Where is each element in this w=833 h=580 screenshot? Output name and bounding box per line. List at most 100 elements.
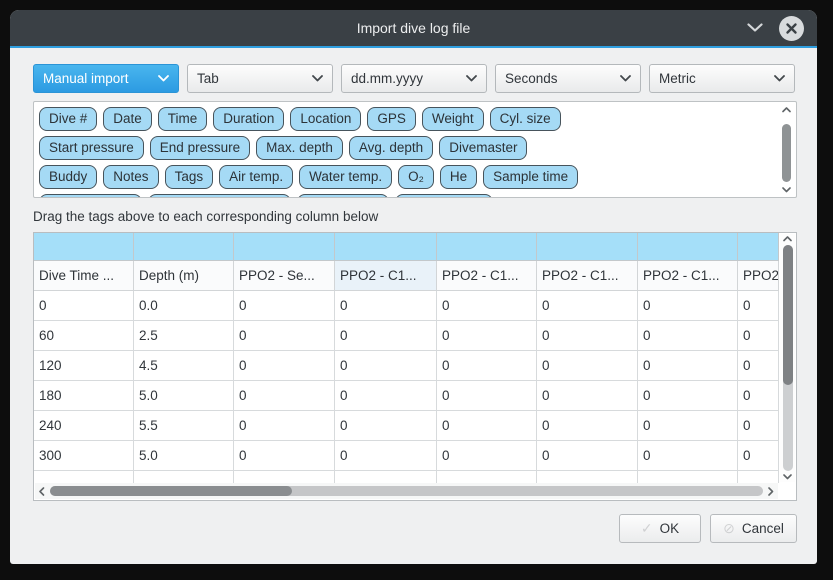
table-horizontal-scrollbar[interactable]: [35, 483, 778, 499]
dialog-buttons: ✓ OK ⊘ Cancel: [33, 514, 797, 543]
column-drop-target[interactable]: [34, 233, 134, 261]
table-cell: 0: [638, 321, 738, 351]
tag-end-pressure[interactable]: End pressure: [150, 136, 250, 160]
column-header[interactable]: Depth (m): [134, 261, 234, 291]
table-cell: 0: [738, 351, 779, 381]
tag-start-pressure[interactable]: Start pressure: [39, 136, 144, 160]
tag-notes[interactable]: Notes: [103, 165, 158, 189]
tag-weight[interactable]: Weight: [422, 107, 484, 131]
table-cell: 0: [738, 381, 779, 411]
column-header[interactable]: PPO2 - C1...: [537, 261, 638, 291]
tag-gps[interactable]: GPS: [367, 107, 416, 131]
column-drop-target[interactable]: [134, 233, 234, 261]
tag-sample-po2[interactable]: Sample pO₂: [297, 194, 390, 198]
table-cell: 5.0: [134, 441, 234, 471]
column-header[interactable]: PPO2 - C1...: [437, 261, 537, 291]
tag-sample-temperature[interactable]: Sample temperature: [148, 194, 290, 198]
table-cell: 5.0: [134, 381, 234, 411]
column-drop-target[interactable]: [638, 233, 738, 261]
tag-divemaster[interactable]: Divemaster: [439, 136, 527, 160]
column-drop-target[interactable]: [738, 233, 779, 261]
tag-sample-time[interactable]: Sample time: [483, 165, 578, 189]
table-cell: 0: [638, 441, 738, 471]
close-icon[interactable]: [779, 16, 804, 41]
ok-button[interactable]: ✓ OK: [619, 514, 701, 543]
tag-avg-depth[interactable]: Avg. depth: [349, 136, 433, 160]
tag-o2[interactable]: O₂: [398, 165, 434, 189]
table-cell-clipped: [638, 471, 738, 483]
scroll-right-icon[interactable]: [768, 487, 774, 496]
table-vertical-scrollbar[interactable]: [780, 234, 795, 482]
chevron-down-icon[interactable]: [746, 22, 764, 34]
column-drop-target[interactable]: [335, 233, 437, 261]
chevron-down-icon: [774, 75, 785, 82]
tag-date[interactable]: Date: [103, 107, 152, 131]
tag-cyl-size[interactable]: Cyl. size: [490, 107, 561, 131]
duration-format-select[interactable]: Seconds: [495, 64, 641, 93]
import-type-value: Manual import: [43, 71, 129, 86]
tag-list-scrollbar[interactable]: [779, 105, 794, 194]
cancel-button[interactable]: ⊘ Cancel: [710, 514, 797, 543]
tag-time[interactable]: Time: [158, 107, 208, 131]
units-select[interactable]: Metric: [649, 64, 795, 93]
column-drop-target[interactable]: [537, 233, 638, 261]
tag-sample-cns[interactable]: Sample CNS: [395, 194, 493, 198]
scrollbar-thumb[interactable]: [782, 124, 791, 182]
table-cell: 0: [437, 321, 537, 351]
tag-sample-depth[interactable]: Sample depth: [39, 194, 142, 198]
table-cell: 60: [34, 321, 134, 351]
cancel-icon: ⊘: [723, 520, 735, 537]
tag-row: Buddy Notes Tags Air temp. Water temp. O…: [39, 165, 774, 189]
field-separator-select[interactable]: Tab: [187, 64, 333, 93]
column-header[interactable]: Dive Time ...: [34, 261, 134, 291]
table-cell: 120: [34, 351, 134, 381]
tag-he[interactable]: He: [440, 165, 477, 189]
table-cell-clipped: [335, 471, 437, 483]
tag-duration[interactable]: Duration: [213, 107, 284, 131]
scroll-left-icon[interactable]: [39, 487, 45, 496]
scrollbar-track[interactable]: [782, 116, 791, 183]
scroll-down-icon[interactable]: [783, 472, 792, 482]
field-separator-value: Tab: [197, 71, 219, 86]
table-cell: 0: [738, 411, 779, 441]
table-cell: 0: [437, 381, 537, 411]
column-header[interactable]: PPO2 - C1...: [638, 261, 738, 291]
table-cell-clipped: [134, 471, 234, 483]
import-type-select[interactable]: Manual import: [33, 64, 179, 93]
scroll-up-icon[interactable]: [783, 234, 792, 244]
tag-dive-number[interactable]: Dive #: [39, 107, 97, 131]
scroll-up-icon[interactable]: [782, 105, 791, 114]
units-value: Metric: [659, 71, 696, 86]
table-cell: 0: [638, 381, 738, 411]
table-cell: 0: [335, 291, 437, 321]
date-format-select[interactable]: dd.mm.yyyy: [341, 64, 487, 93]
scrollbar-track[interactable]: [783, 245, 793, 471]
column-drop-target[interactable]: [234, 233, 335, 261]
titlebar[interactable]: Import dive log file: [10, 10, 817, 46]
tag-water-temp[interactable]: Water temp.: [299, 165, 392, 189]
scrollbar-thumb[interactable]: [50, 486, 292, 496]
scroll-down-icon[interactable]: [782, 185, 791, 194]
tag-air-temp[interactable]: Air temp.: [219, 165, 293, 189]
scrollbar-track[interactable]: [50, 486, 763, 496]
table-cell: 0: [638, 411, 738, 441]
table-cell-clipped: [34, 471, 134, 483]
table-cell: 0: [537, 381, 638, 411]
table-cell: 180: [34, 381, 134, 411]
table-grid: Dive Time ... Depth (m) PPO2 - Se... PPO…: [34, 233, 779, 483]
tag-tags[interactable]: Tags: [165, 165, 214, 189]
drag-instruction-label: Drag the tags above to each correspondin…: [33, 209, 797, 224]
column-drop-target[interactable]: [437, 233, 537, 261]
tag-location[interactable]: Location: [290, 107, 361, 131]
column-header[interactable]: PPO2: [738, 261, 779, 291]
table-cell: 0: [335, 411, 437, 441]
tag-buddy[interactable]: Buddy: [39, 165, 97, 189]
scrollbar-thumb[interactable]: [783, 245, 793, 385]
table-cell: 0: [638, 291, 738, 321]
tag-list: Dive # Date Time Duration Location GPS W…: [33, 101, 797, 198]
column-header[interactable]: PPO2 - C1...: [335, 261, 437, 291]
table-cell-clipped: [738, 471, 779, 483]
column-header[interactable]: PPO2 - Se...: [234, 261, 335, 291]
tag-max-depth[interactable]: Max. depth: [256, 136, 343, 160]
cancel-button-label: Cancel: [742, 521, 784, 536]
